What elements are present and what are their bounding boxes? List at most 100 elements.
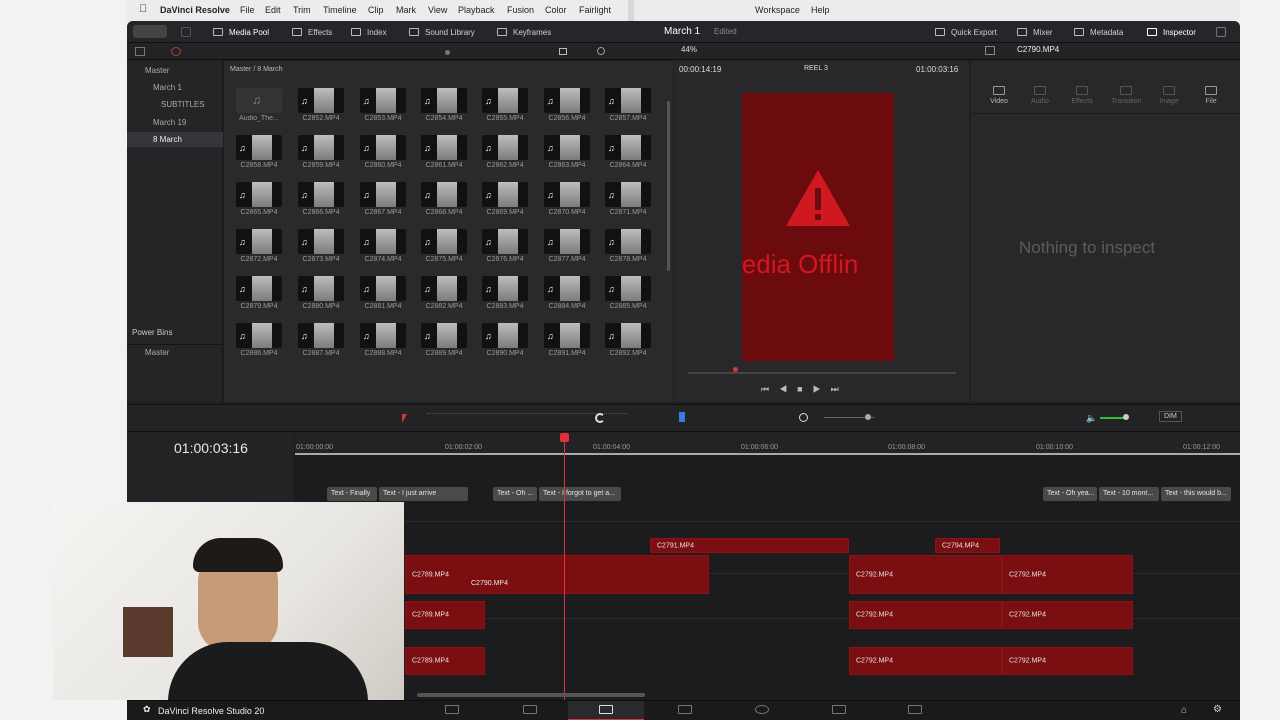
audio-clip-thumbnail[interactable]: ♫ <box>236 88 282 113</box>
fusion-page-icon[interactable] <box>678 705 692 714</box>
clip-thumbnail[interactable]: ♫ <box>236 135 282 160</box>
clip-thumbnail[interactable]: ♫ <box>236 323 282 348</box>
volume-slider[interactable] <box>1100 417 1125 419</box>
chevron-down-icon[interactable] <box>1216 27 1226 37</box>
menu-playback[interactable]: Playback <box>458 5 495 15</box>
menu-timeline[interactable]: Timeline <box>323 5 357 15</box>
media-pool-scrollbar[interactable] <box>667 101 670 271</box>
zoom-slider-knob[interactable] <box>865 414 871 420</box>
clip-thumbnail[interactable]: ♫ <box>236 229 282 254</box>
menu-help[interactable]: Help <box>811 5 830 15</box>
menu-color[interactable]: Color <box>545 5 567 15</box>
media-pool-button[interactable]: Media Pool <box>213 28 269 37</box>
clip-thumbnail[interactable]: ♫ <box>298 88 344 113</box>
menu-fusion[interactable]: Fusion <box>507 5 534 15</box>
apple-icon[interactable]:  <box>139 3 147 15</box>
tab-video[interactable]: Video <box>984 86 1014 105</box>
video-clip[interactable]: C2791.MP4 <box>650 538 849 553</box>
tab-effects[interactable]: Effects <box>1067 86 1097 105</box>
volume-knob[interactable] <box>1123 414 1129 420</box>
clip-thumbnail[interactable]: ♫ <box>236 276 282 301</box>
cut-page-icon[interactable] <box>523 705 537 714</box>
sound-library-button[interactable]: Sound Library <box>409 28 475 37</box>
clip-thumbnail[interactable]: ♫ <box>421 182 467 207</box>
video-clip[interactable]: C2794.MP4 <box>935 538 1000 553</box>
search-icon[interactable] <box>597 47 605 55</box>
clip-thumbnail[interactable]: ♫ <box>544 229 590 254</box>
snap-icon[interactable] <box>595 413 605 423</box>
clip-thumbnail[interactable]: ♫ <box>360 135 406 160</box>
text-clip[interactable]: Text - I just arrive <box>379 487 468 501</box>
selection-tool-icon[interactable] <box>402 414 407 423</box>
clip-thumbnail[interactable]: ♫ <box>236 182 282 207</box>
transport-controls[interactable]: ⏮◀■▶⏭ <box>761 384 849 395</box>
text-clip[interactable]: Text - 10 mont... <box>1099 487 1159 501</box>
speaker-icon[interactable]: 🔈 <box>1086 413 1097 423</box>
clip-thumbnail[interactable]: ♫ <box>298 182 344 207</box>
audio-clip[interactable]: C2792.MP4 <box>1002 647 1133 675</box>
bin-march-19[interactable]: March 19 <box>127 115 223 130</box>
clip-thumbnail[interactable]: ♫ <box>360 323 406 348</box>
audio-clip[interactable]: C2792.MP4 <box>849 647 1002 675</box>
clip-thumbnail[interactable]: ♫ <box>298 276 344 301</box>
deliver-page-icon[interactable] <box>908 705 922 714</box>
index-button[interactable]: Index <box>351 28 387 37</box>
clip-thumbnail[interactable]: ♫ <box>605 323 651 348</box>
color-page-icon[interactable] <box>755 705 769 714</box>
tab-image[interactable]: Image <box>1154 86 1184 105</box>
menu-view[interactable]: View <box>428 5 447 15</box>
power-bin-master[interactable]: Master <box>127 345 223 360</box>
clip-thumbnail[interactable]: ♫ <box>544 323 590 348</box>
menu-trim[interactable]: Trim <box>293 5 311 15</box>
quick-export-button[interactable]: Quick Export <box>935 28 997 37</box>
clip-thumbnail[interactable]: ♫ <box>605 229 651 254</box>
grid-view-icon[interactable] <box>559 48 567 55</box>
clip-thumbnail[interactable]: ♫ <box>482 229 528 254</box>
zoom-level[interactable]: 44% <box>681 45 697 54</box>
clip-thumbnail[interactable]: ♫ <box>421 229 467 254</box>
fairlight-page-icon[interactable] <box>832 705 846 714</box>
timeline-scrollbar[interactable] <box>417 693 645 697</box>
metadata-button[interactable]: Metadata <box>1074 28 1123 37</box>
clip-thumbnail[interactable]: ♫ <box>605 276 651 301</box>
clip-thumbnail[interactable]: ♫ <box>544 88 590 113</box>
flag-icon[interactable] <box>679 412 685 422</box>
thumb-size-slider[interactable] <box>445 50 450 55</box>
gear-icon[interactable]: ⚙ <box>1213 704 1222 715</box>
keyframes-button[interactable]: Keyframes <box>497 28 551 37</box>
clip-thumbnail[interactable]: ♫ <box>482 88 528 113</box>
bin-8-march[interactable]: 8 March <box>127 132 223 147</box>
clip-thumbnail[interactable]: ♫ <box>482 135 528 160</box>
clip-thumbnail[interactable]: ♫ <box>605 135 651 160</box>
mixer-button[interactable]: Mixer <box>1017 28 1053 37</box>
text-clip[interactable]: Text - Oh yea... <box>1043 487 1097 501</box>
media-page-icon[interactable] <box>445 705 459 714</box>
menu-file[interactable]: File <box>240 5 255 15</box>
clip-thumbnail[interactable]: ♫ <box>544 276 590 301</box>
menu-mark[interactable]: Mark <box>396 5 416 15</box>
bin-subtitles[interactable]: SUBTITLES <box>127 97 223 112</box>
viewer-playhead[interactable] <box>733 367 738 372</box>
workspace-toggle[interactable] <box>133 25 167 38</box>
record-icon[interactable] <box>171 47 181 56</box>
viewer-scrubber[interactable] <box>688 372 956 374</box>
clip-thumbnail[interactable]: ♫ <box>421 276 467 301</box>
home-icon[interactable]: ⌂ <box>1181 705 1187 716</box>
text-clip[interactable]: Text - Oh ... <box>493 487 537 501</box>
dim-button[interactable]: DIM <box>1159 411 1182 422</box>
text-clip[interactable]: Text - this would b... <box>1161 487 1231 501</box>
menu-fairlight[interactable]: Fairlight <box>579 5 611 15</box>
inspector-button[interactable]: Inspector <box>1147 28 1196 37</box>
clip-thumbnail[interactable]: ♫ <box>605 88 651 113</box>
menu-clip[interactable]: Clip <box>368 5 384 15</box>
clip-thumbnail[interactable]: ♫ <box>360 276 406 301</box>
video-clip[interactable]: C2792.MP4 <box>1002 555 1133 594</box>
clip-thumbnail[interactable]: ♫ <box>482 323 528 348</box>
video-clip[interactable]: C2792.MP4 <box>849 555 1002 594</box>
clip-thumbnail[interactable]: ♫ <box>482 182 528 207</box>
panel-toggle-icon[interactable] <box>181 27 191 37</box>
bin-list-icon[interactable] <box>135 47 145 56</box>
clip-thumbnail[interactable]: ♫ <box>421 323 467 348</box>
tab-audio[interactable]: Audio <box>1025 86 1055 105</box>
bin-march-1[interactable]: March 1 <box>127 80 223 95</box>
